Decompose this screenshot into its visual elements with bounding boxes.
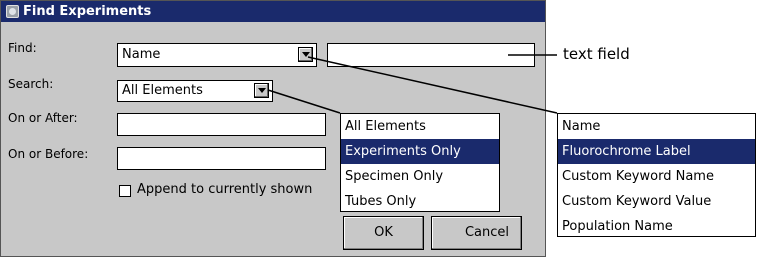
find-callout-line xyxy=(307,56,558,114)
text-field-annotation: text field xyxy=(563,45,630,63)
search-callout-line xyxy=(267,89,341,114)
callout-lines xyxy=(267,54,558,114)
